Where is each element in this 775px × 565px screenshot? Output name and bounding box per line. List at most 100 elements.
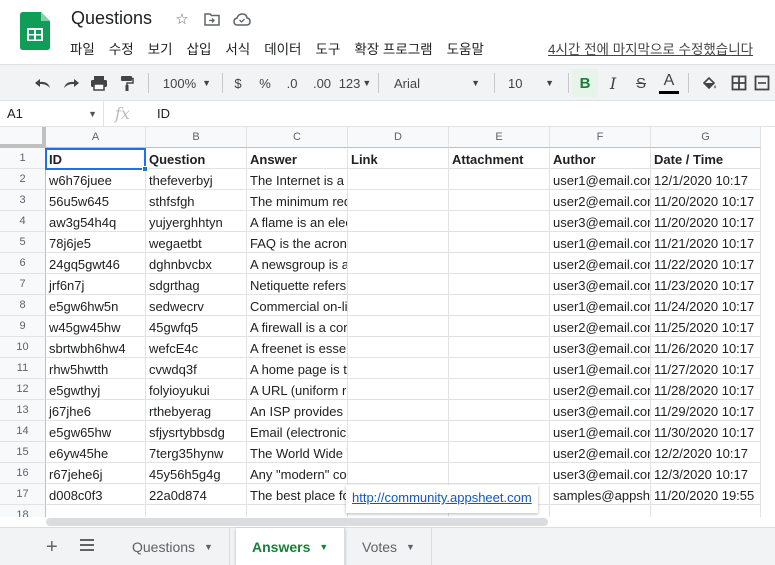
- menu-data[interactable]: 데이터: [257, 36, 308, 60]
- table-cell[interactable]: 45gwfq5: [146, 316, 247, 337]
- table-cell[interactable]: 56u5w645: [46, 190, 146, 211]
- table-cell[interactable]: 11/25/2020 10:17: [651, 316, 761, 337]
- header-cell[interactable]: Question: [146, 148, 247, 169]
- row-header[interactable]: 7: [0, 274, 46, 295]
- sheet-tab-votes[interactable]: Votes ▼: [346, 528, 432, 565]
- table-cell[interactable]: 11/21/2020 10:17: [651, 232, 761, 253]
- table-cell[interactable]: sfjysrtybbsdg: [146, 421, 247, 442]
- table-cell[interactable]: [348, 400, 449, 421]
- select-all-corner[interactable]: [0, 127, 46, 148]
- table-cell[interactable]: e5gw65hw: [46, 421, 146, 442]
- table-cell[interactable]: sbrtwbh6hw4: [46, 337, 146, 358]
- sheet-tab-questions[interactable]: Questions ▼: [116, 528, 230, 565]
- table-cell[interactable]: e6yw45he: [46, 442, 146, 463]
- column-header[interactable]: C: [247, 127, 348, 148]
- table-cell[interactable]: [46, 505, 146, 517]
- table-cell[interactable]: user1@email.com: [550, 232, 651, 253]
- print-icon[interactable]: [86, 69, 112, 97]
- table-cell[interactable]: sthfsfgh: [146, 190, 247, 211]
- table-cell[interactable]: 11/23/2020 10:17: [651, 274, 761, 295]
- strikethrough-button[interactable]: S: [628, 69, 654, 97]
- table-cell[interactable]: [348, 295, 449, 316]
- table-cell[interactable]: [550, 505, 651, 517]
- table-cell[interactable]: Netiquette refers to rules of good behav…: [247, 274, 348, 295]
- header-cell[interactable]: Answer: [247, 148, 348, 169]
- table-cell[interactable]: 11/29/2020 10:17: [651, 400, 761, 421]
- header-cell[interactable]: ID: [46, 148, 146, 169]
- column-header[interactable]: A: [46, 127, 146, 148]
- table-cell[interactable]: jrf6n7j: [46, 274, 146, 295]
- chevron-down-icon[interactable]: ▼: [319, 542, 328, 552]
- table-cell[interactable]: [449, 400, 550, 421]
- borders-icon[interactable]: [726, 69, 752, 97]
- column-header[interactable]: F: [550, 127, 651, 148]
- table-cell[interactable]: [348, 274, 449, 295]
- table-cell[interactable]: user3@email.com: [550, 274, 651, 295]
- menu-insert[interactable]: 삽입: [180, 36, 219, 60]
- table-cell[interactable]: [449, 442, 550, 463]
- menu-edit[interactable]: 수정: [102, 36, 141, 60]
- table-cell[interactable]: 24gq5gwt46: [46, 253, 146, 274]
- table-cell[interactable]: Any "modern" computer (five years old or…: [247, 463, 348, 484]
- table-cell[interactable]: [449, 316, 550, 337]
- table-cell[interactable]: [449, 274, 550, 295]
- row-header[interactable]: 11: [0, 358, 46, 379]
- menu-file[interactable]: 파일: [63, 36, 102, 60]
- table-cell[interactable]: 7terg35hynw: [146, 442, 247, 463]
- table-cell[interactable]: An ISP provides direct access from your …: [247, 400, 348, 421]
- sheets-logo-icon[interactable]: [20, 12, 50, 50]
- horizontal-scrollbar[interactable]: [46, 517, 775, 527]
- column-header[interactable]: E: [449, 127, 550, 148]
- link-preview-chip[interactable]: http://community.appsheet.com: [346, 485, 538, 513]
- table-cell[interactable]: [348, 232, 449, 253]
- currency-format-button[interactable]: $: [228, 69, 248, 97]
- table-cell[interactable]: user1@email.com: [550, 421, 651, 442]
- increase-decimal-button[interactable]: .00: [308, 69, 336, 97]
- menu-format[interactable]: 서식: [218, 36, 257, 60]
- table-cell[interactable]: The World Wide Web is a collection of pa…: [247, 442, 348, 463]
- document-title[interactable]: Questions: [71, 8, 152, 29]
- table-cell[interactable]: 11/26/2020 10:17: [651, 337, 761, 358]
- table-cell[interactable]: thefeverbyj: [146, 169, 247, 190]
- column-header[interactable]: G: [651, 127, 761, 148]
- table-cell[interactable]: user2@email.com: [550, 190, 651, 211]
- table-cell[interactable]: folyioyukui: [146, 379, 247, 400]
- table-cell[interactable]: [449, 169, 550, 190]
- table-cell[interactable]: wegaetbt: [146, 232, 247, 253]
- name-box[interactable]: A1 ▼: [0, 101, 104, 126]
- table-cell[interactable]: [146, 505, 247, 517]
- last-edit-link[interactable]: 4시간 전에 마지막으로 수정했습니다: [548, 38, 753, 58]
- table-cell[interactable]: 12/2/2020 10:17: [651, 442, 761, 463]
- header-cell[interactable]: Attachment: [449, 148, 550, 169]
- table-cell[interactable]: [449, 358, 550, 379]
- table-cell[interactable]: [348, 316, 449, 337]
- row-header[interactable]: 13: [0, 400, 46, 421]
- table-cell[interactable]: [449, 253, 550, 274]
- table-cell[interactable]: wefcE4c: [146, 337, 247, 358]
- table-cell[interactable]: [651, 505, 761, 517]
- table-cell[interactable]: [348, 421, 449, 442]
- chevron-down-icon[interactable]: ▼: [406, 542, 415, 552]
- table-cell[interactable]: 22a0d874: [146, 484, 247, 505]
- table-cell[interactable]: user1@email.com: [550, 295, 651, 316]
- table-cell[interactable]: 11/20/2020 10:17: [651, 211, 761, 232]
- table-cell[interactable]: [449, 211, 550, 232]
- table-cell[interactable]: user2@email.com: [550, 316, 651, 337]
- table-cell[interactable]: A URL (uniform resource locator) is the …: [247, 379, 348, 400]
- table-cell[interactable]: rthebyerag: [146, 400, 247, 421]
- menu-tools[interactable]: 도구: [308, 36, 347, 60]
- table-cell[interactable]: [449, 379, 550, 400]
- row-header[interactable]: 8: [0, 295, 46, 316]
- menu-view[interactable]: 보기: [141, 36, 180, 60]
- chevron-down-icon[interactable]: ▼: [204, 542, 213, 552]
- table-cell[interactable]: 11/27/2020 10:17: [651, 358, 761, 379]
- cloud-status-icon[interactable]: [232, 9, 252, 29]
- table-cell[interactable]: A newsgroup is a discussion group on the…: [247, 253, 348, 274]
- add-sheet-icon[interactable]: +: [46, 536, 58, 559]
- table-cell[interactable]: The Internet is a worldwide network of c…: [247, 169, 348, 190]
- text-color-button[interactable]: A: [656, 69, 682, 97]
- table-cell[interactable]: 11/28/2020 10:17: [651, 379, 761, 400]
- table-cell[interactable]: r67jehe6j: [46, 463, 146, 484]
- table-cell[interactable]: sdgrthag: [146, 274, 247, 295]
- header-cell[interactable]: Date / Time: [651, 148, 761, 169]
